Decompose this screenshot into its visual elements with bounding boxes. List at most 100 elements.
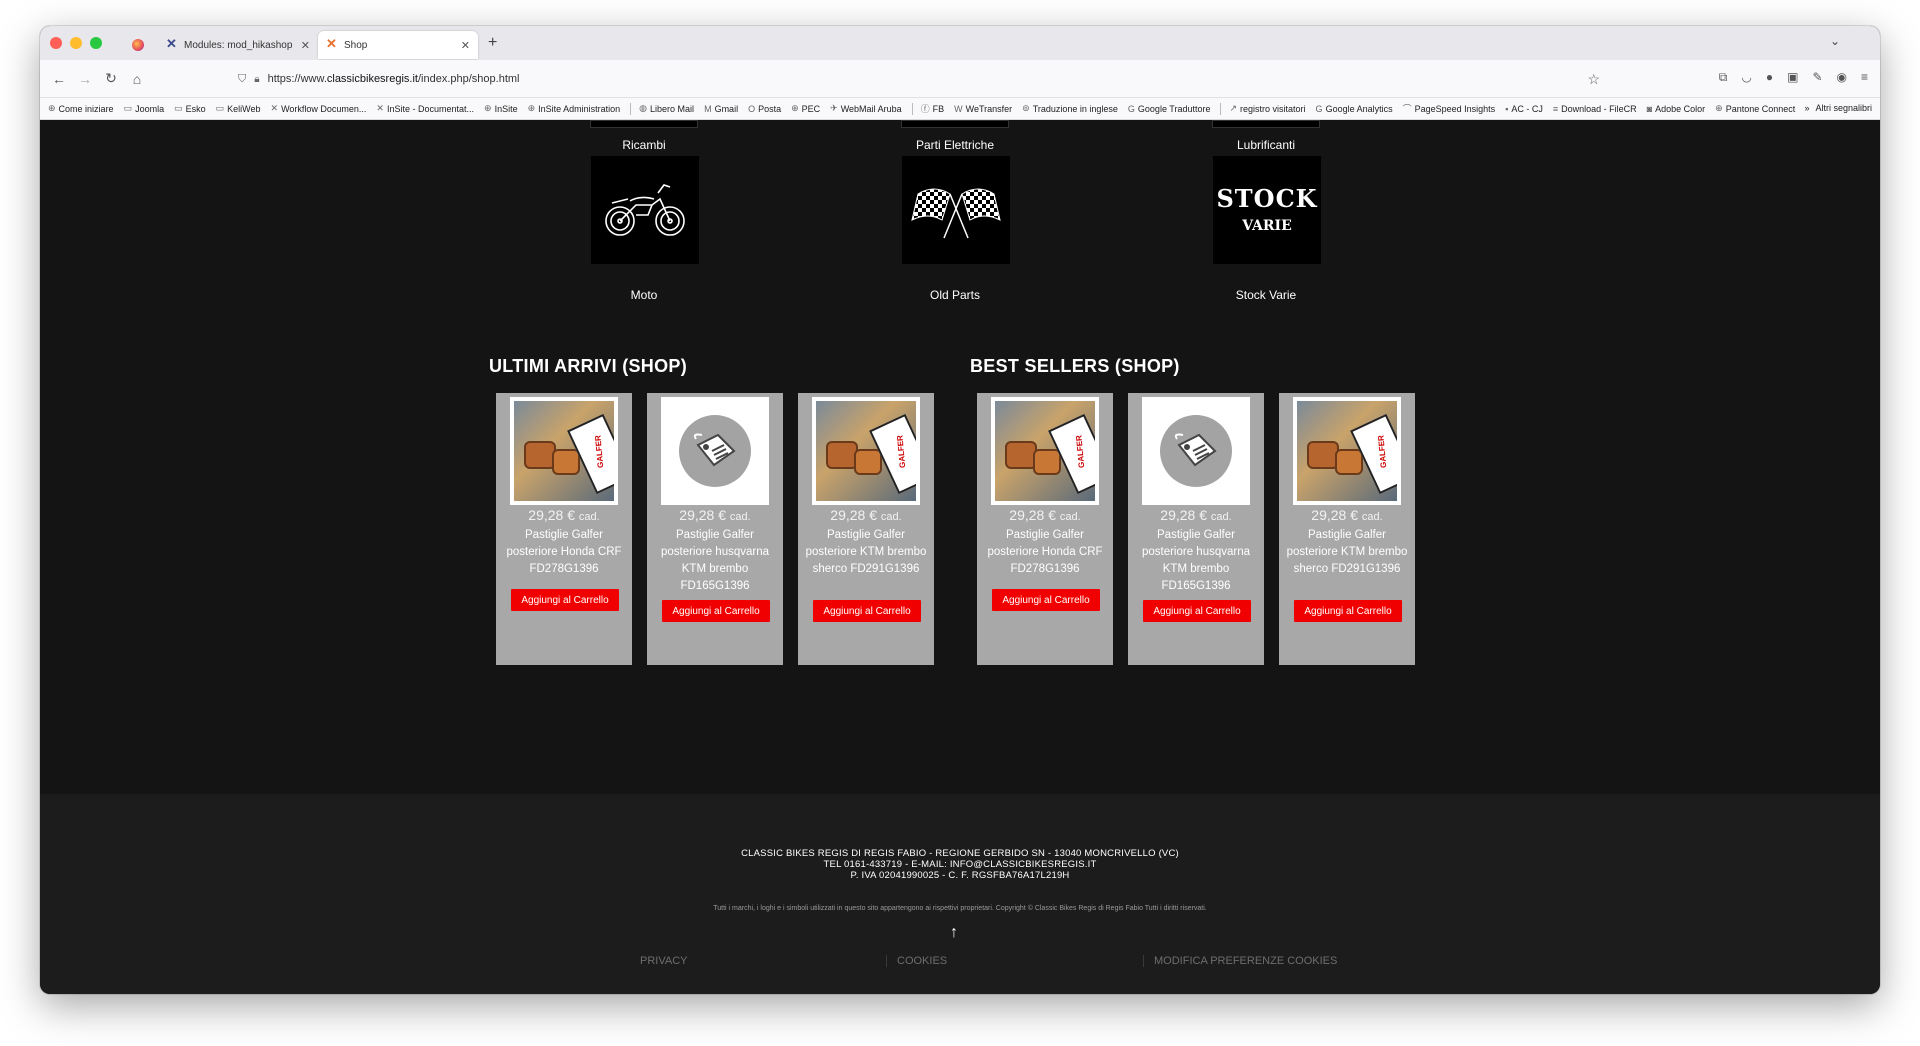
bookmark-item[interactable]: ◍ Libero Mail [639, 103, 694, 114]
extension-icon[interactable]: ▣ [1787, 70, 1798, 85]
eyedropper-icon[interactable]: ✎ [1812, 70, 1822, 85]
category-old-parts[interactable]: Old Parts [845, 288, 1065, 302]
reload-icon[interactable]: ↻ [98, 70, 124, 87]
category-image[interactable] [901, 120, 1009, 128]
tab-modules[interactable]: Modules: mod_hikashop - Classi ✕ [158, 31, 318, 59]
back-icon[interactable]: ← [46, 71, 72, 87]
category-image[interactable] [1212, 120, 1320, 128]
bookmark-item[interactable]: ▭ Joomla [124, 103, 165, 114]
shield-icon[interactable]: ⛉ [238, 73, 246, 86]
product-card[interactable]: 29,28 € cad. Pastiglie Galfer posteriore … [977, 393, 1113, 665]
bookmark-label: Joomla [135, 103, 165, 114]
add-to-cart-button[interactable]: Aggiungi al Carrello [1294, 600, 1402, 622]
bookmark-item[interactable]: ✕ Workflow Documen... [271, 103, 367, 114]
add-to-cart-button[interactable]: Aggiungi al Carrello [662, 600, 770, 622]
category-old-parts-image[interactable] [902, 156, 1010, 264]
bookmark-item[interactable]: ⊚ Traduzione in inglese [1022, 103, 1118, 114]
tab-pinned-firefox[interactable] [118, 31, 158, 59]
category-parti-elettriche[interactable]: Parti Elettriche [845, 138, 1065, 152]
bookmark-item[interactable]: G Google Analytics [1316, 104, 1393, 114]
product-image[interactable] [1293, 397, 1401, 505]
account-icon[interactable]: ● [1766, 70, 1773, 85]
add-to-cart-button[interactable]: Aggiungi al Carrello [992, 589, 1100, 611]
close-window-button[interactable] [50, 37, 62, 49]
maximize-window-button[interactable] [90, 37, 102, 49]
pocket-icon[interactable]: ◡ [1741, 70, 1751, 85]
brake-pads-image [1297, 401, 1397, 501]
product-image[interactable] [510, 397, 618, 505]
bookmark-item[interactable]: ⊕ Come iniziare [48, 103, 114, 114]
product-name[interactable]: Pastiglie Galfer posteriore husqvarna KT… [651, 527, 779, 595]
bookmark-item[interactable]: ▭ Esko [174, 103, 206, 114]
category-stock-varie-image[interactable]: STOCK VARIE [1213, 156, 1321, 264]
footer-line: P. IVA 02041990025 - C. F. RGSFBA76A17L2… [850, 870, 1070, 881]
footer-link-cookies[interactable]: COOKIES [886, 955, 1143, 967]
product-name[interactable]: Pastiglie Galfer posteriore Honda CRF FD… [981, 527, 1109, 578]
product-image[interactable] [1142, 397, 1250, 505]
bookmark-item[interactable]: ▭ KeliWeb [216, 103, 261, 114]
bookmark-item[interactable]: ⊕ InSite [484, 103, 518, 114]
footer-link-privacy[interactable]: PRIVACY [640, 955, 886, 967]
bookmark-item[interactable]: ▪ AC - CJ [1505, 104, 1543, 114]
bookmark-item[interactable]: ◙ Adobe Color [1647, 104, 1705, 114]
bookmark-separator [630, 102, 632, 115]
new-tab-button[interactable]: + [488, 34, 497, 52]
bookmark-item[interactable]: ⊕ Pantone Connect [1715, 103, 1795, 114]
bookmark-item[interactable]: ✈ WebMail Aruba [830, 103, 901, 114]
bookmark-star-icon[interactable]: ☆ [1587, 71, 1600, 88]
bookmark-item[interactable]: ✕ InSite - Documentat... [376, 103, 474, 114]
product-price: 29,28 € cad. [647, 507, 783, 523]
product-name[interactable]: Pastiglie Galfer posteriore KTM brembo s… [802, 527, 930, 578]
tab-shop[interactable]: Shop ✕ [318, 31, 478, 59]
close-tab-icon[interactable]: ✕ [461, 39, 470, 52]
product-name[interactable]: Pastiglie Galfer posteriore Honda CRF FD… [500, 527, 628, 578]
minimize-window-button[interactable] [70, 37, 82, 49]
bookmark-item[interactable]: G Google Traduttore [1128, 104, 1211, 114]
address-bar[interactable]: ⛉ 🔒︎ https://www.classicbikesregis.it/in… [230, 66, 1610, 92]
chevron-down-icon[interactable]: ⌄ [1830, 34, 1840, 48]
bookmarks-overflow-button[interactable]: » [1804, 103, 1809, 113]
menu-icon[interactable]: ≡ [1861, 70, 1868, 85]
bookmark-item[interactable]: O Posta [748, 104, 781, 114]
product-name[interactable]: Pastiglie Galfer posteriore husqvarna KT… [1132, 527, 1260, 595]
bookmark-item[interactable]: W WeTransfer [954, 104, 1012, 114]
product-name[interactable]: Pastiglie Galfer posteriore KTM brembo s… [1283, 527, 1411, 578]
bookmark-item[interactable]: ⓕ FB [921, 102, 945, 115]
product-card[interactable]: 29,28 € cad. Pastiglie Galfer posteriore … [496, 393, 632, 665]
category-lubrificanti[interactable]: Lubrificanti [1156, 138, 1376, 152]
add-to-cart-button[interactable]: Aggiungi al Carrello [1143, 600, 1251, 622]
home-icon[interactable]: ⌂ [124, 71, 150, 87]
category-stock-varie[interactable]: Stock Varie [1156, 288, 1376, 302]
other-bookmarks-folder[interactable]: Altri segnalibri [1815, 103, 1872, 113]
product-image[interactable] [812, 397, 920, 505]
bookmark-item[interactable]: ⊕ PEC [791, 103, 820, 114]
back-to-top-icon[interactable]: ↑ [950, 924, 958, 942]
close-tab-icon[interactable]: ✕ [301, 39, 310, 52]
bookmark-label: PEC [801, 103, 821, 114]
product-card[interactable]: 29,28 € cad. Pastiglie Galfer posteriore … [647, 393, 783, 665]
forward-icon[interactable]: → [72, 71, 98, 87]
product-card[interactable]: 29,28 € cad. Pastiglie Galfer posteriore … [798, 393, 934, 665]
bookmark-item[interactable]: M Gmail [704, 104, 738, 114]
extension-icon[interactable]: ◉ [1837, 70, 1847, 85]
extension-icon[interactable]: ⧉ [1719, 70, 1728, 85]
category-moto[interactable]: Moto [534, 288, 754, 302]
bookmark-item[interactable]: ≡ Download - FileCR [1553, 104, 1637, 114]
bookmark-label: Workflow Documen... [281, 103, 367, 114]
product-card[interactable]: 29,28 € cad. Pastiglie Galfer posteriore … [1128, 393, 1264, 665]
bookmark-item[interactable]: ⌒ PageSpeed Insights [1403, 102, 1496, 115]
add-to-cart-button[interactable]: Aggiungi al Carrello [813, 600, 921, 622]
bookmark-separator [1220, 102, 1222, 115]
bookmark-item[interactable]: ↗ registro visitatori [1229, 103, 1305, 114]
product-image[interactable] [991, 397, 1099, 505]
add-to-cart-button[interactable]: Aggiungi al Carrello [511, 589, 619, 611]
category-image[interactable] [590, 120, 698, 128]
url-text[interactable]: https://www.classicbikesregis.it/index.p… [268, 73, 520, 85]
product-image[interactable] [661, 397, 769, 505]
lock-icon[interactable]: 🔒︎ [254, 74, 259, 85]
category-moto-image[interactable] [591, 156, 699, 264]
category-ricambi[interactable]: Ricambi [534, 138, 754, 152]
footer-link-cookie-preferences[interactable]: MODIFICA PREFERENZE COOKIES [1143, 955, 1400, 967]
product-card[interactable]: 29,28 € cad. Pastiglie Galfer posteriore … [1279, 393, 1415, 665]
bookmark-item[interactable]: ⊕ InSite Administration [528, 103, 621, 114]
